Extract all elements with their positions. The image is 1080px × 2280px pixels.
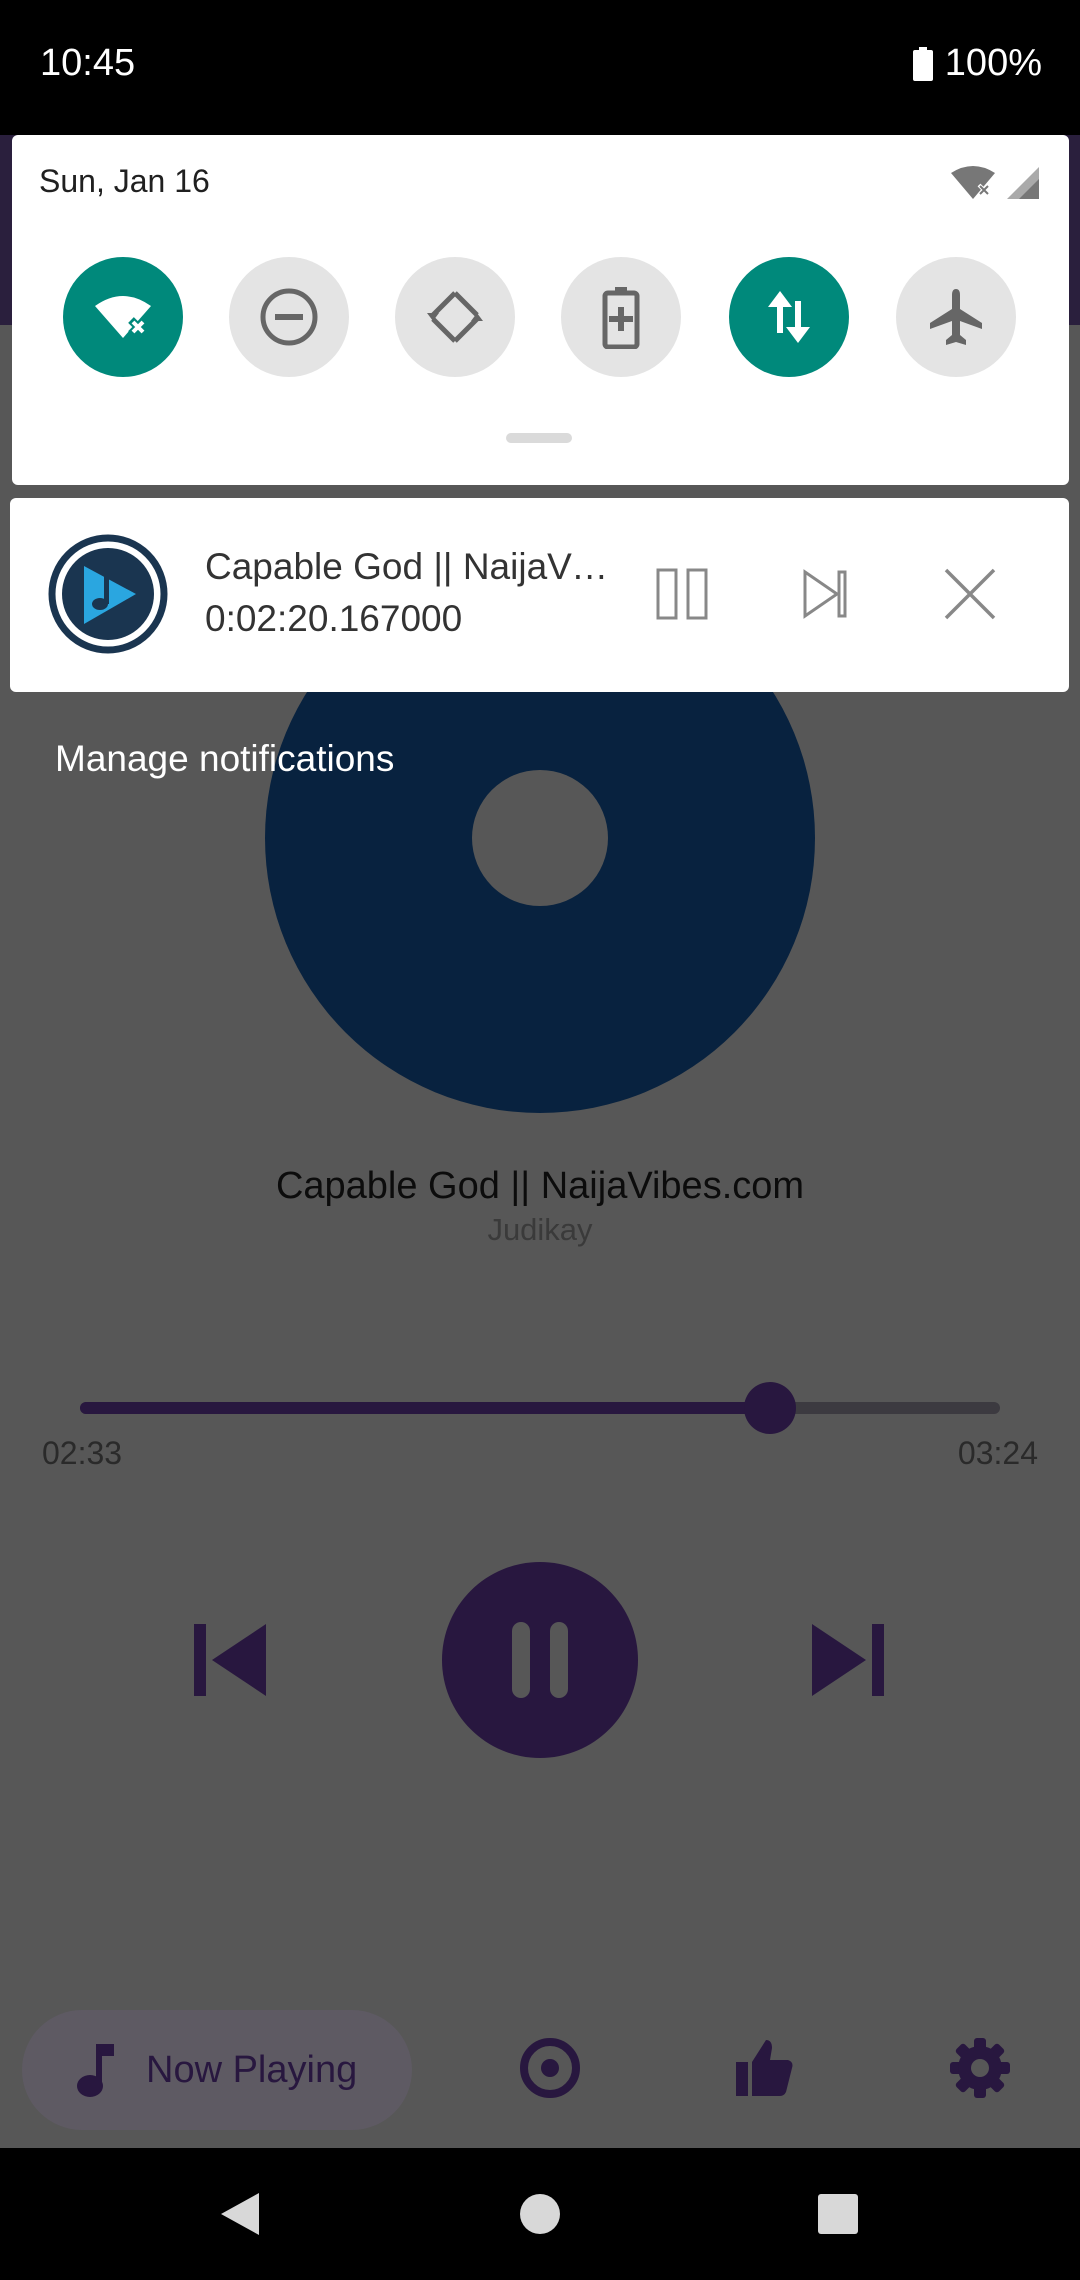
song-title: Capable God || NaijaVibes.com — [275, 1165, 805, 1207]
notification-title: Capable God || NaijaVibes.com — [205, 546, 615, 587]
qs-date[interactable]: Sun, Jan 16 — [39, 163, 210, 200]
nav-album[interactable] — [518, 2036, 582, 2100]
nav-settings[interactable] — [948, 2036, 1012, 2100]
total-time: 03:24 — [957, 1435, 1038, 1471]
pause-icon — [656, 568, 708, 620]
previous-button[interactable] — [190, 1620, 270, 1700]
seek-bar-thumb[interactable] — [744, 1382, 796, 1434]
skip-previous-icon — [194, 1624, 266, 1696]
album-icon — [520, 2038, 580, 2098]
quick-settings-panel: Sun, Jan 16 — [12, 135, 1069, 485]
qs-tile-mobile-data[interactable] — [729, 257, 849, 377]
qs-tile-wifi[interactable] — [63, 257, 183, 377]
bottom-navigation: Now Playing — [0, 2000, 1080, 2150]
system-home-button[interactable] — [504, 2178, 576, 2250]
mobile-data-icon — [768, 291, 810, 343]
qs-tile-auto-rotate[interactable] — [395, 257, 515, 377]
cell-signal-icon — [1007, 167, 1039, 199]
battery-icon — [912, 46, 933, 81]
elapsed-time: 02:33 — [42, 1435, 123, 1471]
qs-tile-battery-saver[interactable] — [561, 257, 681, 377]
nav-now-playing-label: Now Playing — [146, 2048, 358, 2091]
battery-saver-icon — [602, 287, 640, 349]
recents-icon — [818, 2194, 858, 2234]
wifi-off-icon — [951, 166, 995, 199]
skip-next-icon — [812, 1624, 884, 1696]
next-button[interactable] — [808, 1620, 888, 1700]
qs-status-icons — [949, 165, 1041, 201]
status-bar: 10:45 100% — [0, 0, 1080, 135]
system-back-button[interactable] — [204, 2178, 276, 2250]
seek-bar-progress — [80, 1402, 770, 1414]
close-icon — [944, 568, 996, 620]
nav-now-playing[interactable]: Now Playing — [22, 2010, 412, 2130]
nav-favorites[interactable] — [732, 2036, 796, 2100]
notification-close-button[interactable] — [938, 562, 1002, 626]
disc-center-hole — [472, 770, 608, 906]
media-notification[interactable]: Capable God || NaijaVibes.com 0:02:20.16… — [10, 498, 1069, 692]
pause-icon — [512, 1622, 568, 1698]
home-icon — [520, 2194, 560, 2234]
status-right-group: 100% — [912, 42, 1042, 85]
battery-percent: 100% — [944, 42, 1042, 84]
music-player-icon — [48, 534, 168, 654]
song-artist: Judikay — [487, 1212, 593, 1247]
qs-drag-handle[interactable] — [506, 433, 572, 443]
app-icon — [48, 534, 168, 654]
qs-tile-do-not-disturb[interactable] — [229, 257, 349, 377]
notification-next-button[interactable] — [794, 562, 858, 626]
seek-bar[interactable] — [80, 1382, 1000, 1434]
settings-icon — [950, 2038, 1010, 2098]
thumbs-up-icon — [736, 2040, 793, 2096]
do-not-disturb-icon — [260, 288, 318, 346]
system-recents-button[interactable] — [802, 2178, 874, 2250]
airplane-mode-icon — [930, 289, 982, 345]
auto-rotate-icon — [427, 291, 483, 343]
wifi-off-icon — [95, 296, 151, 338]
notification-pause-button[interactable] — [650, 562, 714, 626]
manage-notifications-button[interactable]: Manage notifications — [55, 738, 394, 780]
pause-button[interactable] — [442, 1562, 638, 1758]
back-icon — [221, 2193, 259, 2235]
notification-position: 0:02:20.167000 — [205, 598, 463, 639]
skip-next-icon — [803, 569, 847, 619]
status-time: 10:45 — [40, 42, 136, 84]
music-note-icon — [77, 2044, 114, 2097]
qs-tile-airplane-mode[interactable] — [896, 257, 1016, 377]
system-navigation-bar — [0, 2148, 1080, 2280]
